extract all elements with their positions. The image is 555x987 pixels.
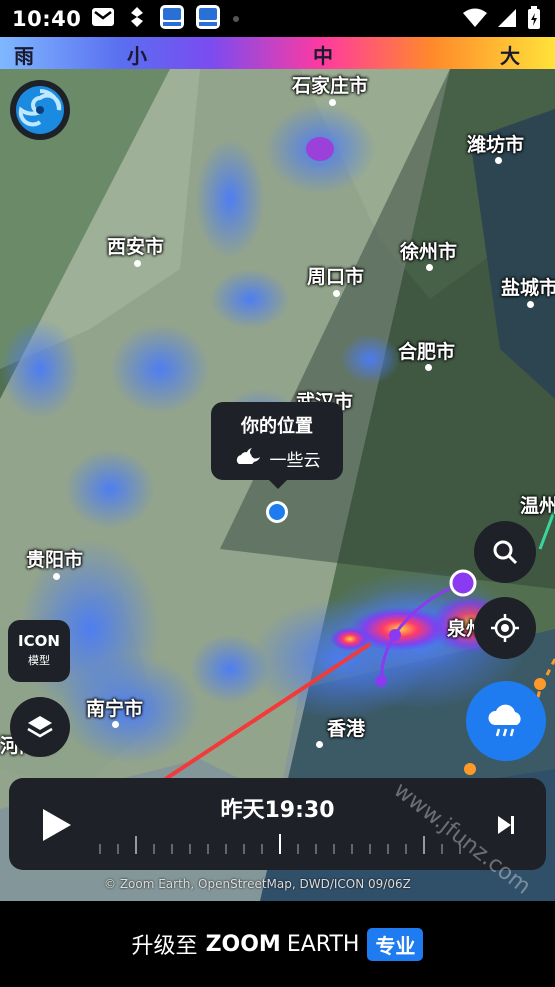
city-label: 贵阳市 [26, 549, 84, 571]
legend-label-moderate: 中 [313, 44, 333, 68]
status-bar: 10:40 [0, 0, 555, 37]
locate-me-button[interactable] [474, 597, 536, 659]
city-dot [112, 721, 119, 728]
app-logo-button[interactable] [10, 80, 70, 140]
city-dot [329, 99, 336, 106]
location-tooltip[interactable]: 你的位置 一些云 [211, 402, 343, 489]
system-icons [463, 6, 541, 34]
pro-badge: 专业 [367, 927, 424, 961]
city-label: 合肥市 [398, 341, 456, 363]
search-icon [493, 540, 518, 565]
battery-icon [527, 6, 541, 34]
city-label: 盐城市 [501, 277, 555, 299]
weather-condition: 一些云 [269, 451, 321, 471]
status-time: 10:40 [12, 6, 82, 31]
legend-label-heavy: 大 [500, 44, 520, 68]
legend-label-rain: 雨 [14, 44, 34, 68]
city-dot [495, 157, 502, 164]
precipitation-layer-button[interactable] [466, 681, 546, 761]
model-name: ICON [18, 632, 60, 650]
crosshair-icon [491, 614, 519, 642]
city-dot [53, 573, 60, 580]
timeline-time: 昨天19:30 [220, 798, 335, 823]
layers-button[interactable] [10, 697, 70, 757]
city-label: 徐州市 [400, 241, 458, 263]
city-label: 西安市 [107, 236, 165, 258]
city-label: 温州 [520, 495, 555, 517]
location-title: 你的位置 [241, 416, 313, 437]
city-dot [316, 741, 323, 748]
play-icon [43, 809, 71, 841]
model-selector-button[interactable]: ICON 模型 [8, 620, 70, 682]
skip-to-end-button[interactable] [489, 808, 523, 842]
play-button[interactable] [31, 800, 81, 850]
weather-app-icon-2 [195, 4, 221, 34]
timeline-scrubber[interactable] [99, 834, 461, 854]
mail-icon [91, 6, 115, 32]
app-notification-icon [125, 6, 149, 32]
legend-label-light: 小 [127, 44, 147, 68]
upgrade-banner[interactable]: 升级至 ZOOM EARTH 专业 [0, 901, 555, 987]
search-button[interactable] [474, 521, 536, 583]
user-location-marker[interactable] [266, 501, 288, 523]
upgrade-prefix: 升级至 [131, 934, 198, 959]
dot-icon [231, 9, 241, 28]
brand-zoom: ZOOM [205, 931, 281, 957]
city-label: 周口市 [307, 266, 365, 288]
city-label: 石家庄市 [292, 75, 369, 97]
city-label: 潍坊市 [467, 134, 525, 156]
skip-forward-icon [498, 816, 514, 834]
city-dot [333, 290, 340, 297]
rain-cloud-icon [488, 704, 521, 737]
precipitation-legend: 雨 小 中 大 [0, 37, 555, 69]
zoom-earth-logo-icon [16, 86, 64, 134]
city-label: 南宁市 [86, 698, 144, 720]
model-subtitle: 模型 [28, 654, 50, 667]
signal-icon [497, 8, 517, 32]
layers-icon [27, 716, 53, 738]
city-dot [134, 260, 141, 267]
partly-cloudy-night-icon [234, 446, 262, 471]
city-label: 香港 [327, 718, 366, 740]
brand-earth: EARTH [286, 931, 360, 957]
weather-app-icon [159, 4, 185, 34]
map-attribution: © Zoom Earth, OpenStreetMap, DWD/ICON 09… [104, 877, 411, 891]
city-dot [425, 364, 432, 371]
wifi-icon [463, 8, 487, 32]
city-dot [527, 301, 534, 308]
city-dot [426, 264, 433, 271]
